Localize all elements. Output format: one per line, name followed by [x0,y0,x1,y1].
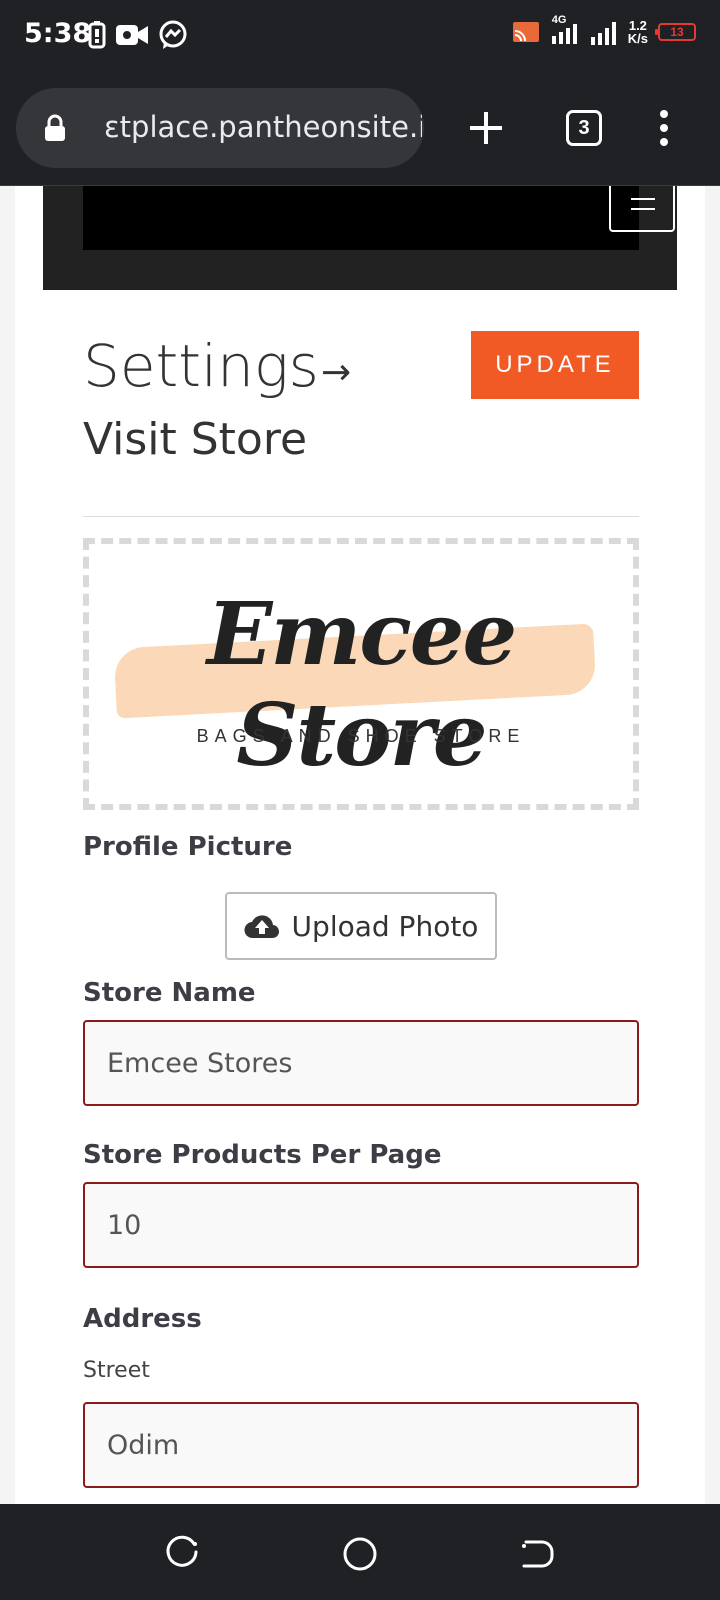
address-label: Address [83,1304,202,1334]
system-nav-bar [0,1504,720,1600]
store-name-input[interactable] [83,1020,639,1106]
store-logo-tagline: BAGS AND SHOE STORE [196,726,526,746]
new-tab-icon[interactable] [466,108,506,148]
network-speed: 1.2 K/s [628,19,648,45]
battery-saver-icon [88,21,106,49]
more-options-icon[interactable] [654,108,674,148]
status-notifications [88,20,188,50]
visit-store-link[interactable]: Visit Store [83,414,307,465]
cloud-upload-icon [244,915,279,939]
menu-toggle-button[interactable] [609,186,675,232]
page-title: Settings [83,332,319,400]
divider [83,516,639,517]
profile-picture-label: Profile Picture [83,832,293,862]
store-logo-name: Emcee Store [206,584,517,786]
back-icon[interactable] [516,1534,556,1574]
arrow-icon: → [321,352,352,393]
address-bar[interactable]: ɛtplace.pantheonsite.io [16,88,424,168]
url-text[interactable]: ɛtplace.pantheonsite.io [104,110,422,144]
messenger-icon [159,20,187,49]
cast-icon [512,22,539,42]
status-bar: 5:38 4G 1.2 K/s 13 [0,0,720,72]
browser-toolbar: ɛtplace.pantheonsite.io 3 [0,72,720,186]
products-per-page-input[interactable] [83,1182,639,1268]
speed-unit: K/s [627,31,648,46]
store-logo-dropzone[interactable]: Emcee Store BAGS AND SHOE STORE [83,538,639,810]
products-per-page-label: Store Products Per Page [83,1140,442,1170]
update-button[interactable]: UPDATE [471,331,639,399]
signal-4g-icon: 4G [550,14,580,46]
recent-apps-icon[interactable] [164,1534,204,1574]
home-icon[interactable] [340,1534,380,1574]
street-label: Street [83,1358,150,1383]
store-name-label: Store Name [83,978,256,1008]
status-indicators: 4G 1.2 K/s 13 [512,14,696,46]
tab-switcher-button[interactable]: 3 [566,110,602,146]
page-content: Settings → Visit Store UPDATE Emcee Stor… [15,186,705,1504]
upload-photo-label: Upload Photo [291,909,479,943]
lock-icon[interactable] [44,114,66,142]
street-input[interactable] [83,1402,639,1488]
battery-icon: 13 [655,23,696,41]
status-time: 5:38 [24,18,92,49]
upload-photo-button[interactable]: Upload Photo [225,892,497,960]
video-camera-icon [116,25,148,45]
signal-icon [590,22,616,45]
site-navbar [83,186,675,250]
